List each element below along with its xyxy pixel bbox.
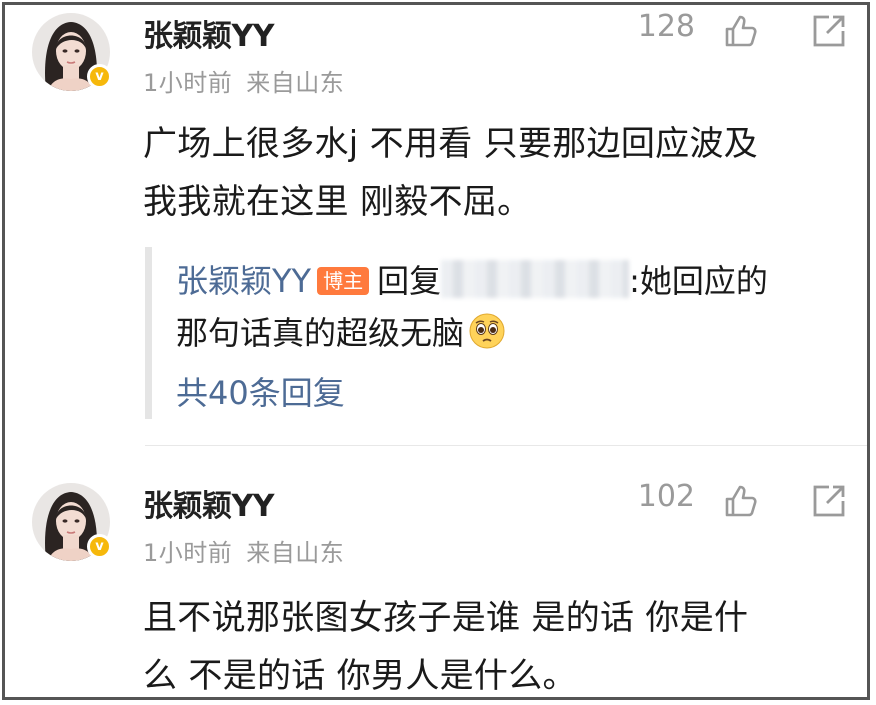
comment-item: v 张颖颖YY 1小时前 来自山东 102 且不说那张图女孩子是谁 是的话 你是什… — [5, 475, 867, 697]
username[interactable]: 张颖颖YY — [143, 481, 274, 525]
verified-badge-icon: v — [87, 534, 112, 559]
comment-text: 且不说那张图女孩子是谁 是的话 你是什 么 不是的话 你男人是什么。 — [143, 589, 853, 697]
verified-badge-icon: v — [87, 64, 112, 89]
comment-text: 广场上很多水j 不用看 只要那边回应波及 我我就在这里 刚毅不屈。 — [143, 115, 853, 231]
comment-text-line: 广场上很多水j 不用看 只要那边回应波及 — [143, 124, 759, 164]
comment-meta: 1小时前 来自山东 — [143, 63, 344, 98]
reply-line: 张颖颖YY 博主 回复 :她回应的 — [176, 257, 768, 305]
comment-text-line: 且不说那张图女孩子是谁 是的话 你是什 — [143, 598, 749, 638]
reply-preview[interactable]: 张颖颖YY 博主 回复 :她回应的 那句话真的超级无脑 共40条回复 — [145, 247, 845, 419]
username[interactable]: 张颖颖YY — [143, 11, 274, 55]
pleading-face-icon — [469, 313, 505, 349]
timestamp: 1小时前 — [143, 539, 233, 567]
view-replies-link[interactable]: 共40条回复 — [176, 369, 345, 417]
avatar[interactable]: v — [32, 13, 112, 91]
comment-meta: 1小时前 来自山东 — [143, 533, 344, 568]
like-count: 102 — [637, 479, 695, 514]
reply-username[interactable]: 张颖颖YY — [176, 262, 311, 300]
blurred-username — [441, 260, 630, 298]
like-count: 128 — [637, 9, 695, 44]
comment-text-line: 么 不是的话 你男人是什么。 — [143, 656, 577, 696]
thumbs-up-icon[interactable] — [723, 13, 759, 49]
reply-word: 回复 — [377, 262, 442, 300]
comment-text-line: 我我就在这里 刚毅不屈。 — [143, 182, 532, 222]
author-badge: 博主 — [317, 267, 370, 295]
share-icon[interactable] — [811, 483, 847, 519]
divider — [145, 445, 867, 446]
timestamp: 1小时前 — [143, 69, 233, 97]
avatar[interactable]: v — [32, 483, 112, 561]
comment-list: v 张颖颖YY 1小时前 来自山东 128 广场上很多水j 不用看 只要那边回应波… — [2, 2, 870, 700]
reply-text: :她回应的 — [629, 262, 768, 300]
thumbs-up-icon[interactable] — [723, 483, 759, 519]
reply-line: 那句话真的超级无脑 — [176, 309, 506, 357]
location: 来自山东 — [246, 539, 345, 567]
location: 来自山东 — [246, 69, 345, 97]
share-icon[interactable] — [811, 13, 847, 49]
comment-item: v 张颖颖YY 1小时前 来自山东 128 广场上很多水j 不用看 只要那边回应波… — [5, 5, 867, 445]
reply-text: 那句话真的超级无脑 — [176, 314, 465, 352]
